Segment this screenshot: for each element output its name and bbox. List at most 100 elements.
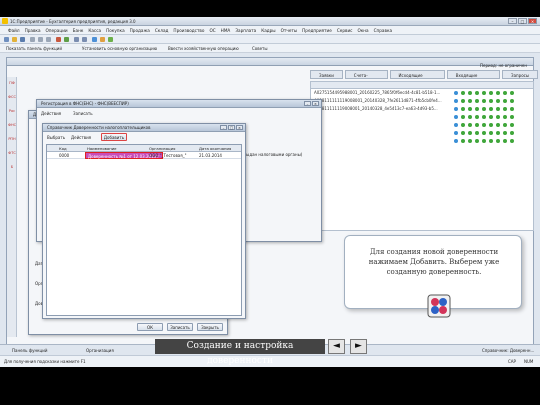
col-name[interactable]: Наименование bbox=[87, 146, 117, 151]
sidebar-icon-7[interactable]: Б bbox=[8, 165, 16, 174]
grid-header: Код Наименование Организация Дата оконча… bbox=[47, 145, 241, 152]
menu-purchase[interactable]: Покупка bbox=[106, 28, 125, 33]
menu-reports[interactable]: Отчеты bbox=[281, 28, 298, 33]
directory-minimize-button[interactable]: – bbox=[220, 125, 227, 130]
col-org[interactable]: Организация bbox=[149, 146, 175, 151]
tab-queries[interactable]: Запросы bbox=[502, 70, 539, 79]
add-button[interactable]: Добавить bbox=[101, 133, 127, 141]
redo-icon[interactable] bbox=[64, 37, 69, 42]
trust-directory-grid: Код Наименование Организация Дата оконча… bbox=[46, 144, 242, 316]
menu-os[interactable]: ОС bbox=[209, 28, 215, 33]
col-date[interactable]: Дата окончания bbox=[199, 146, 231, 151]
taskbar-item-functions[interactable]: Панель функций bbox=[4, 347, 47, 354]
menu-sales[interactable]: Продажа bbox=[130, 28, 150, 33]
menu-warehouse[interactable]: Склад bbox=[155, 28, 169, 33]
left-sidebar: ПФ ФСС Рос ФНС РПН ФТС Б bbox=[7, 77, 17, 337]
help-icon[interactable] bbox=[108, 37, 113, 42]
status-dots-row4 bbox=[454, 115, 517, 119]
next-slide-button[interactable]: ► bbox=[350, 339, 367, 354]
menu-production[interactable]: Производство bbox=[173, 28, 204, 33]
fns-actions-menu[interactable]: Действия bbox=[41, 111, 61, 116]
menu-enterprise[interactable]: Предприятие bbox=[302, 28, 332, 33]
table-row[interactable]: A09811111119008001_20140328_4e5413c7-ea6… bbox=[314, 106, 438, 111]
table-row[interactable]: A0275154495988001_20160225_7865f0f6ecd4-… bbox=[314, 90, 440, 95]
fns-window-controls: – × bbox=[303, 101, 319, 106]
sidebar-icon-4[interactable]: ФНС bbox=[8, 123, 16, 132]
menu-nma[interactable]: НМА bbox=[221, 28, 231, 33]
menu-bar: Файл Правка Операции Банк Касса Покупка … bbox=[0, 26, 540, 35]
set-org-button[interactable]: Установить основную организацию bbox=[82, 46, 157, 51]
taskbar-item-directory[interactable]: Справочник: Доверенн... bbox=[474, 347, 534, 354]
menu-cash[interactable]: Касса bbox=[88, 28, 101, 33]
main-window-title bbox=[7, 58, 533, 66]
fns-close-button[interactable]: × bbox=[312, 101, 319, 106]
cut-icon[interactable] bbox=[30, 37, 35, 42]
trust-directory-dialog: Справочник Доверенности налогоплательщик… bbox=[42, 123, 246, 319]
table-row[interactable]: A098111111119008001_20140328_7fe2611d871… bbox=[314, 98, 442, 103]
documents-grid-header bbox=[311, 82, 533, 89]
sidebar-icon-5[interactable]: РПН bbox=[8, 137, 16, 146]
calendar-icon[interactable] bbox=[92, 37, 97, 42]
menu-help[interactable]: Справка bbox=[374, 28, 392, 33]
sidebar-icon-6[interactable]: ФТС bbox=[8, 151, 16, 160]
close-dialog-button[interactable]: Закрыть bbox=[197, 323, 223, 331]
sidebar-icon-2[interactable]: ФСС bbox=[8, 95, 16, 104]
tab-outgoing[interactable]: Исходящие документы bbox=[389, 70, 445, 87]
choose-button[interactable]: Выбрать bbox=[47, 135, 65, 140]
save-icon[interactable] bbox=[20, 37, 25, 42]
tab-invoices[interactable]: Счета-фактуры bbox=[344, 70, 388, 87]
close-button[interactable]: × bbox=[528, 18, 537, 24]
app-screen: 1С:Предприятие - Бухгалтерия предприятия… bbox=[0, 17, 540, 355]
directory-dialog-title: Справочник Доверенности налогоплательщик… bbox=[43, 124, 245, 132]
menu-staff[interactable]: Кадры bbox=[261, 28, 275, 33]
menu-service[interactable]: Сервис bbox=[337, 28, 353, 33]
previous-slide-button[interactable]: ◄ bbox=[328, 339, 345, 354]
taskbar-item-org[interactable]: Организация bbox=[78, 347, 114, 354]
search-icon[interactable] bbox=[74, 37, 79, 42]
pointer-hand-icon bbox=[427, 294, 451, 318]
minimize-button[interactable]: – bbox=[508, 18, 517, 24]
toolbar bbox=[0, 35, 540, 44]
col-code[interactable]: Код bbox=[59, 146, 67, 151]
directory-actions-menu[interactable]: Действия bbox=[71, 135, 91, 140]
tips-button[interactable]: Советы bbox=[252, 46, 268, 51]
slide-title-bar: Создание и настройка доверенности bbox=[155, 339, 325, 366]
maximize-button[interactable]: □ bbox=[518, 18, 527, 24]
sidebar-icon-1[interactable]: ПФ bbox=[8, 81, 16, 90]
sidebar-icon-3[interactable]: Рос bbox=[8, 109, 16, 118]
fns-save-button[interactable]: Записать bbox=[73, 111, 93, 116]
tab-incoming[interactable]: Входящие документы bbox=[446, 70, 501, 87]
calculator-icon[interactable] bbox=[100, 37, 105, 42]
app-logo-icon bbox=[2, 18, 8, 24]
menu-file[interactable]: Файл bbox=[8, 28, 20, 33]
menu-windows[interactable]: Окна bbox=[357, 28, 368, 33]
directory-close-button[interactable]: × bbox=[236, 125, 243, 130]
enter-operation-button[interactable]: Ввести хозяйственную операцию bbox=[168, 46, 239, 51]
print-icon[interactable] bbox=[82, 37, 87, 42]
status-dots-row6 bbox=[454, 131, 517, 135]
paste-icon[interactable] bbox=[46, 37, 51, 42]
status-dots-row3 bbox=[454, 107, 517, 111]
copy-icon[interactable] bbox=[38, 37, 43, 42]
menu-salary[interactable]: Зарплата bbox=[235, 28, 256, 33]
app-title: 1С:Предприятие - Бухгалтерия предприятия… bbox=[10, 19, 136, 24]
status-cap: CAP bbox=[508, 359, 516, 364]
show-panel-button[interactable]: Показать панель функций bbox=[6, 46, 62, 51]
app-titlebar: 1С:Предприятие - Бухгалтерия предприятия… bbox=[0, 17, 540, 26]
directory-maximize-button[interactable]: □ bbox=[228, 125, 235, 130]
tab-requests[interactable]: Заявки bbox=[310, 70, 343, 79]
menu-edit[interactable]: Правка bbox=[25, 28, 41, 33]
menu-bank[interactable]: Банк bbox=[73, 28, 84, 33]
menu-operations[interactable]: Операции bbox=[46, 28, 68, 33]
fns-window-title: Регистрация в ФНС(ЕНС) - ФНС(ВЕЕСПИР) bbox=[37, 100, 321, 108]
open-icon[interactable] bbox=[12, 37, 17, 42]
undo-icon[interactable] bbox=[56, 37, 61, 42]
row-date: 21.03.2014 bbox=[199, 153, 222, 158]
new-icon[interactable] bbox=[4, 37, 9, 42]
save-button[interactable]: Записать bbox=[167, 323, 193, 331]
status-dots-row1 bbox=[454, 91, 517, 95]
ok-button[interactable]: ОК bbox=[137, 323, 163, 331]
period-label[interactable]: Период: не ограничен bbox=[480, 63, 527, 68]
fns-minimize-button[interactable]: – bbox=[304, 101, 311, 106]
table-row[interactable]: 0000 Доверенность №1 от 12.03.2013 г ООО… bbox=[47, 152, 241, 159]
